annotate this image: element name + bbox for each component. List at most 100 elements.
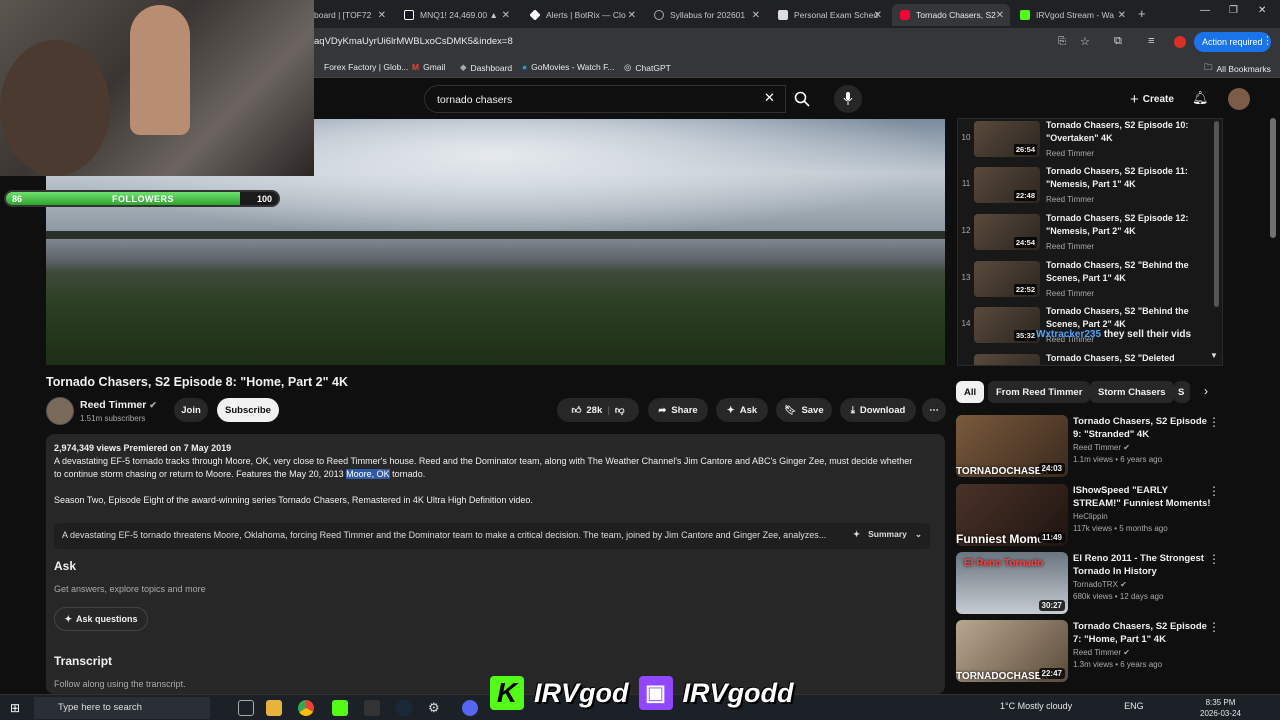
folder-icon: 🗀 — [1204, 62, 1213, 72]
playlist-item[interactable]: 12 24:54 Tornado Chasers, S2 Episode 12: "… — [958, 212, 1222, 258]
extensions-icon[interactable]: ⧉ — [1114, 35, 1122, 48]
playlist-item[interactable]: 14 35:32 Tornado Chasers, S2 "Behind the S… — [958, 305, 1222, 351]
description-panel[interactable]: 2,974,349 views Premiered on 7 May 2019 … — [46, 434, 945, 694]
channel-avatar[interactable] — [46, 397, 74, 425]
action-required-button[interactable]: Action required — [1194, 32, 1271, 52]
close-icon[interactable]: ✕ — [996, 10, 1004, 21]
recommended-video[interactable]: TORNADOCHASER 22:47 Tornado Chasers, S2 E… — [956, 620, 1226, 684]
share-icon: ➦ — [658, 404, 667, 416]
browser-tab[interactable]: board | [TOF72 ✕ — [306, 4, 392, 26]
kick-app-icon[interactable] — [332, 700, 348, 716]
playlist-item[interactable]: 10 26:54 Tornado Chasers, S2 Episode 10: "… — [958, 119, 1222, 165]
epic-games-icon[interactable] — [364, 700, 380, 716]
recommended-meta: 680k views • 12 days ago — [1073, 592, 1164, 601]
url-field[interactable]: aqVDyKmaUyrUi6lrMWBLxoCsDMK5&index=8 — [314, 36, 513, 47]
profile-icon[interactable] — [1174, 36, 1186, 48]
close-icon[interactable]: ✕ — [752, 10, 760, 21]
all-bookmarks[interactable]: 🗀 All Bookmarks — [1204, 62, 1271, 76]
file-explorer-icon[interactable] — [266, 700, 282, 716]
browser-tab[interactable]: MNQ1! 24,469.00 ▲ ✕ — [396, 4, 516, 26]
new-tab-icon[interactable]: + — [1138, 6, 1146, 21]
settings-gear-icon[interactable]: ⚙ — [428, 700, 444, 716]
more-icon[interactable]: ⋮ — [1208, 552, 1220, 566]
chat-text: they sell their vids — [1103, 329, 1192, 340]
recommended-video[interactable]: El Reno Tornado 30:27 El Reno 2011 - The … — [956, 552, 1226, 616]
description-text: to continue storm chasing or return to M… — [54, 469, 347, 479]
ask-questions-button[interactable]: ✦ Ask questions — [54, 607, 148, 631]
language-indicator: ENG — [1124, 701, 1144, 711]
chip-all[interactable]: All — [956, 381, 985, 403]
avatar[interactable] — [1228, 88, 1250, 110]
thumbs-up-icon: 👍︎ — [571, 405, 582, 416]
playlist-item[interactable]: 11 22:48 Tornado Chasers, S2 Episode 11: "… — [958, 165, 1222, 211]
bookmark-item[interactable]: ◎ ChatGPT — [624, 62, 671, 73]
playlist-item[interactable]: 13 22:52 Tornado Chasers, S2 "Behind the S… — [958, 259, 1222, 305]
create-button[interactable]: + Create — [1118, 87, 1186, 111]
browser-tab[interactable]: IRVgod Stream - Wa ✕ — [1012, 4, 1132, 26]
more-icon[interactable]: ⋮ — [1208, 620, 1220, 634]
close-icon[interactable]: ✕ — [502, 10, 510, 21]
save-button[interactable]: 🔖︎ Save — [776, 398, 832, 422]
system-tray[interactable]: 1°C Mostly cloudy ENG — [1000, 701, 1144, 711]
search-input[interactable]: tornado chasers — [424, 85, 786, 113]
playlist-scrollbar[interactable] — [1214, 121, 1219, 307]
search-icon — [794, 91, 810, 107]
channel-name[interactable]: Reed Timmer ✔ — [80, 399, 157, 411]
voice-search-button[interactable] — [834, 85, 862, 113]
scroll-down-icon[interactable]: ▼ — [1210, 351, 1218, 360]
close-icon[interactable]: ✕ — [874, 10, 882, 21]
task-view-icon[interactable] — [238, 700, 254, 716]
like-button[interactable]: 👍︎ 28k — [571, 404, 602, 417]
chip-storm-chasers[interactable]: Storm Chasers — [1090, 381, 1174, 403]
browser-tab-active[interactable]: Tornado Chasers, S2 ✕ — [892, 4, 1010, 26]
chevron-right-icon[interactable]: › — [1204, 384, 1208, 398]
taskbar-clock[interactable]: 8:35 PM 2026-03-24 — [1200, 697, 1241, 719]
browser-tab[interactable]: Alerts | BotRix — Clo ✕ — [522, 4, 642, 26]
playlist-item[interactable]: Tornado Chasers, S2 "Deleted — [958, 352, 1222, 365]
thumbs-down-icon[interactable]: 👎︎ — [615, 404, 625, 416]
close-icon[interactable]: ✕ — [378, 10, 386, 21]
download-button[interactable]: ⤓ Download — [840, 398, 916, 422]
duration-badge: 24:54 — [1013, 237, 1037, 248]
chrome-icon[interactable] — [298, 700, 314, 716]
clear-search-icon[interactable]: ✕ — [764, 90, 775, 106]
close-window-icon[interactable]: ✕ — [1258, 5, 1266, 16]
browser-tab[interactable]: Syllabus for 202601 ✕ — [646, 4, 766, 26]
globe-icon — [654, 10, 664, 20]
bookmark-item[interactable]: M Gmail — [412, 62, 445, 72]
bookmark-star-icon[interactable]: ☆ — [1080, 35, 1090, 48]
minimize-icon[interactable]: — — [1200, 5, 1210, 16]
bookmark-item[interactable]: ◆ Dashboard — [460, 62, 512, 73]
recommended-video[interactable]: Funniest Mome 11:49 IShowSpeed "EARLY STR… — [956, 484, 1226, 548]
search-button[interactable] — [786, 85, 818, 113]
cast-icon[interactable]: ⎘ — [1058, 36, 1066, 47]
chip-partial[interactable]: S — [1174, 381, 1190, 403]
notifications-bell-icon[interactable]: 🔔︎ — [1192, 90, 1209, 106]
discord-icon[interactable] — [462, 700, 478, 716]
more-icon[interactable]: ⋮ — [1208, 415, 1220, 429]
ask-button[interactable]: ✦ Ask — [716, 398, 768, 422]
ai-summary[interactable]: A devastating EF-5 tornado threatens Moo… — [54, 523, 930, 549]
taskbar-search[interactable]: Type here to search — [34, 697, 210, 719]
browser-tab[interactable]: Personal Exam Sched ✕ — [770, 4, 888, 26]
join-button[interactable]: Join — [174, 398, 208, 422]
more-actions-button[interactable]: ⋯ — [922, 398, 946, 422]
close-icon[interactable]: ✕ — [628, 10, 636, 21]
summary-button[interactable]: ✦ Summary ⌄ — [853, 529, 922, 540]
recommended-video[interactable]: TORNADOCHASER 24:03 Tornado Chasers, S2 E… — [956, 415, 1226, 479]
chip-from-reed-timmer[interactable]: From Reed Timmer — [988, 381, 1091, 403]
restore-icon[interactable]: ❐ — [1229, 5, 1238, 16]
bookmark-item[interactable]: ● GoMovies - Watch F... — [522, 62, 614, 72]
media-icon[interactable]: ≡ — [1148, 35, 1154, 47]
bookmark-item[interactable]: Forex Factory | Glob... — [324, 62, 408, 72]
more-icon[interactable]: ⋮ — [1208, 484, 1220, 498]
share-button[interactable]: ➦ Share — [648, 398, 708, 422]
page-scrollbar[interactable] — [1270, 118, 1276, 238]
menu-icon[interactable]: ⋮ — [1262, 34, 1273, 47]
bookmark-label: ChatGPT — [635, 62, 671, 73]
kick-logo-icon: K — [490, 676, 524, 710]
windows-start-icon[interactable]: ⊞ — [10, 701, 20, 715]
close-icon[interactable]: ✕ — [1118, 10, 1126, 21]
steam-icon[interactable] — [396, 700, 412, 716]
subscribe-button[interactable]: Subscribe — [217, 398, 279, 422]
